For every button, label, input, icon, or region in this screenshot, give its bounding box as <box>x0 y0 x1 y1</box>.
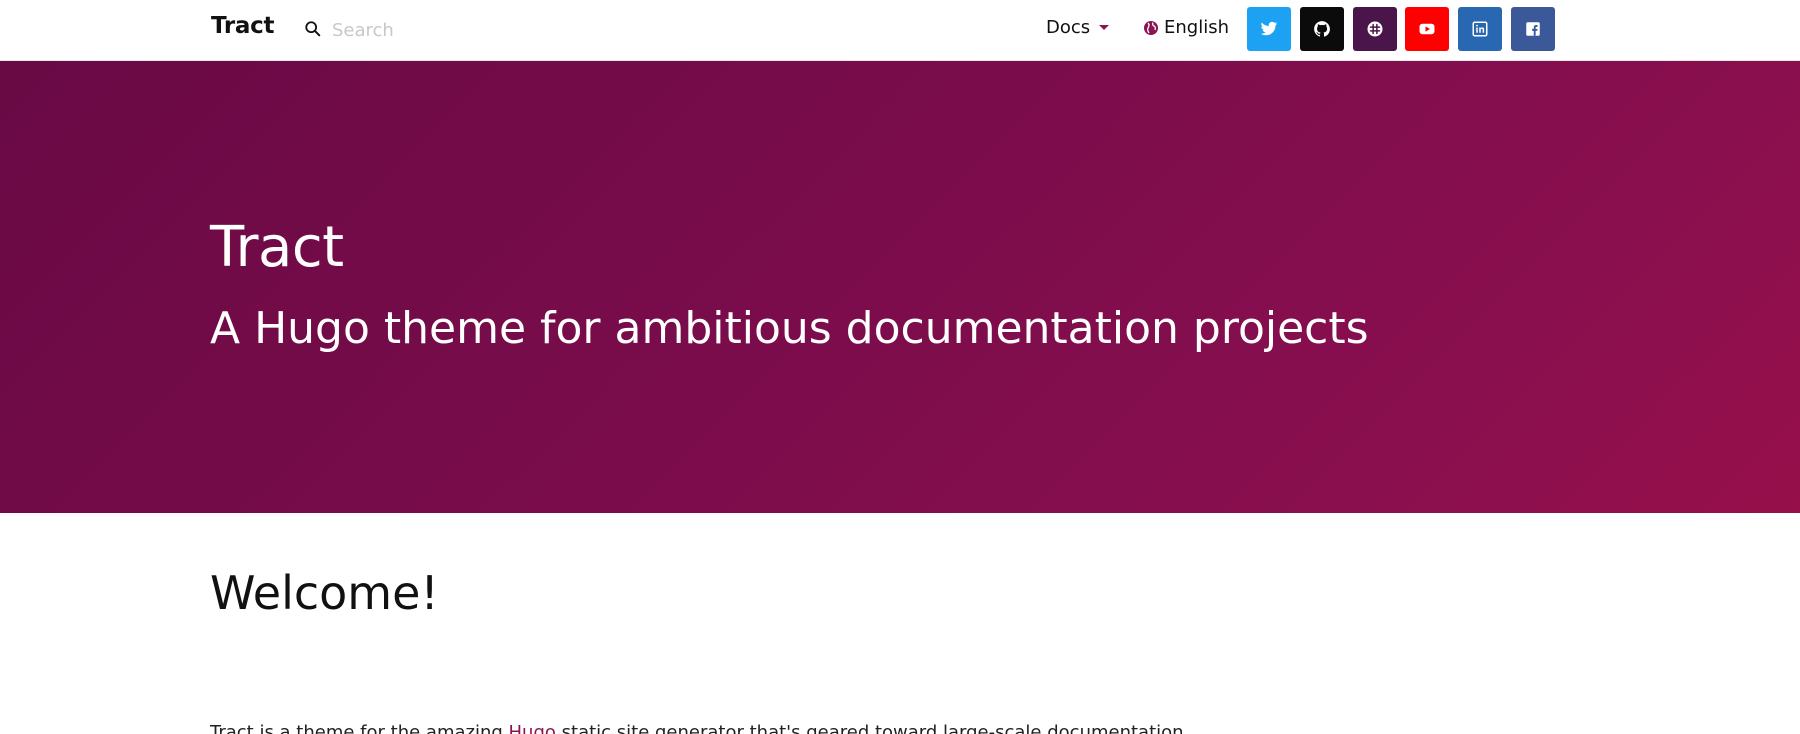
linkedin-icon <box>1472 21 1488 37</box>
youtube-button[interactable] <box>1405 7 1449 51</box>
intro-text-start: Tract is a theme for the amazing <box>210 722 509 734</box>
docs-label: Docs <box>1046 17 1091 38</box>
hero-banner: Tract A Hugo theme for ambitious documen… <box>0 61 1800 513</box>
top-navbar: Tract Docs English <box>0 0 1800 61</box>
hero-subtitle: A Hugo theme for ambitious documentation… <box>210 303 1369 354</box>
language-label: English <box>1164 17 1229 38</box>
github-button[interactable] <box>1300 7 1344 51</box>
youtube-icon <box>1419 23 1435 35</box>
facebook-icon <box>1526 22 1540 36</box>
search-icon <box>305 21 321 37</box>
hero-title: Tract <box>210 215 344 280</box>
caret-down-icon <box>1099 25 1110 30</box>
docs-dropdown[interactable]: Docs <box>1046 17 1110 38</box>
globe-icon <box>1144 20 1158 35</box>
intro-text-end: static site generator that's geared towa… <box>555 722 1184 734</box>
slack-button[interactable] <box>1353 7 1397 51</box>
slack-icon <box>1367 21 1383 37</box>
brand-logo[interactable]: Tract <box>211 13 274 39</box>
search-input[interactable] <box>332 14 592 46</box>
linkedin-button[interactable] <box>1458 7 1502 51</box>
hugo-link[interactable]: Hugo <box>509 722 556 734</box>
language-selector[interactable]: English <box>1143 17 1229 38</box>
search-box[interactable] <box>300 14 600 46</box>
intro-paragraph: Tract is a theme for the amazing Hugo st… <box>210 722 1184 734</box>
welcome-heading: Welcome! <box>210 566 439 620</box>
twitter-icon <box>1260 21 1278 36</box>
twitter-button[interactable] <box>1247 7 1291 51</box>
github-icon <box>1314 21 1330 37</box>
facebook-button[interactable] <box>1511 7 1555 51</box>
